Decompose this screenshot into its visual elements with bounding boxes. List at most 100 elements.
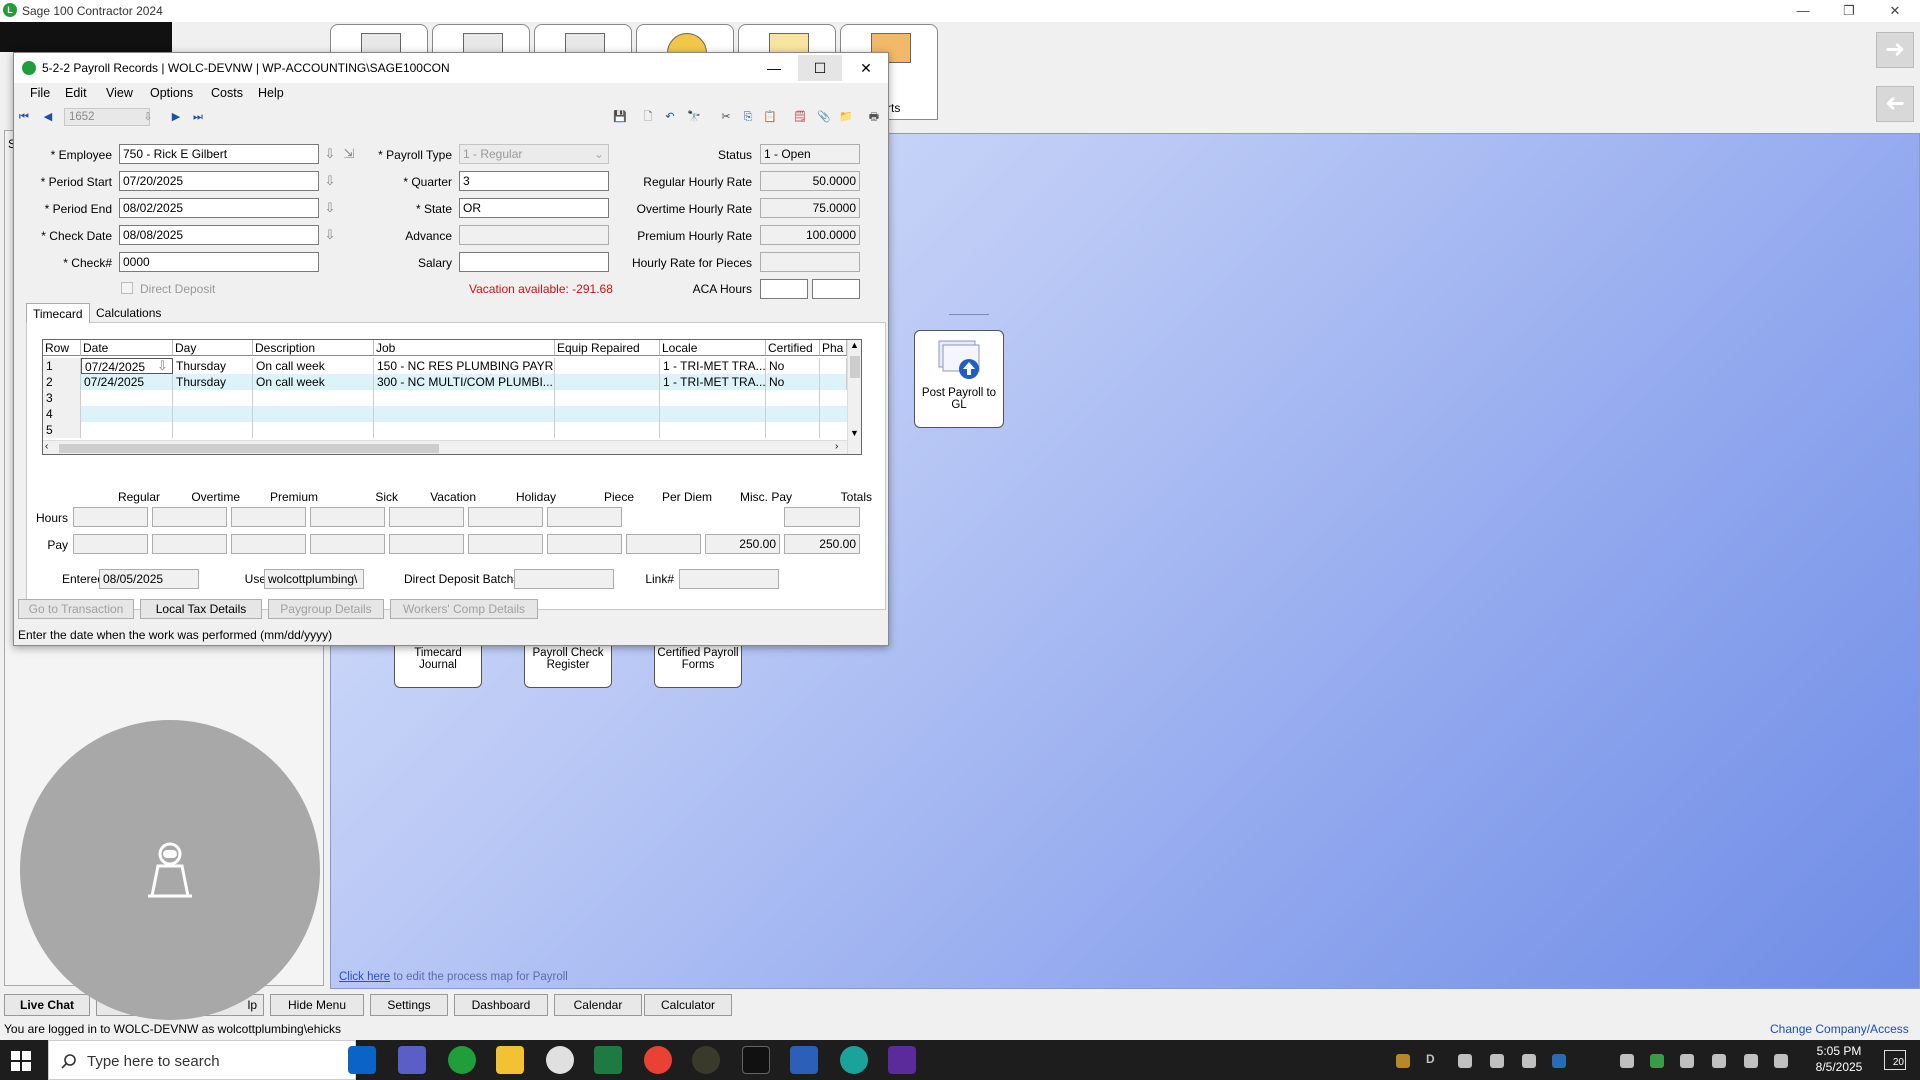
- tab-calculations[interactable]: Calculations: [90, 303, 167, 323]
- app-close-button[interactable]: ✕: [1872, 0, 1918, 22]
- undo-icon[interactable]: ↶: [662, 110, 678, 124]
- new-record-icon[interactable]: 🗋: [640, 110, 656, 124]
- locale-cell[interactable]: [660, 390, 766, 406]
- equip-cell[interactable]: [555, 358, 660, 374]
- user-field[interactable]: wolcottplumbing\: [264, 569, 364, 589]
- hours-holiday-field[interactable]: [468, 507, 543, 527]
- date-cell[interactable]: [81, 422, 173, 438]
- paygroup-details-button[interactable]: Paygroup Details: [268, 599, 384, 619]
- pay-sick-field[interactable]: [310, 534, 385, 554]
- hours-vacation-field[interactable]: [389, 507, 464, 527]
- tab-timecard[interactable]: Timecard: [26, 303, 90, 323]
- aca-hours-field-2[interactable]: [812, 279, 860, 299]
- taskbar-clock[interactable]: 5:05 PM 8/5/2025: [1796, 1043, 1882, 1075]
- tray-icon-1[interactable]: [1396, 1054, 1410, 1068]
- date-cell[interactable]: [81, 406, 173, 422]
- scroll-right-icon[interactable]: ›: [835, 441, 838, 452]
- phase-cell[interactable]: [820, 358, 847, 374]
- equip-cell[interactable]: [555, 374, 660, 390]
- volume-icon[interactable]: [1744, 1054, 1758, 1068]
- entered-field[interactable]: 08/05/2025: [99, 569, 199, 589]
- column-header-locale[interactable]: Locale: [660, 340, 766, 356]
- day-cell[interactable]: Thursday: [173, 374, 253, 390]
- grid-horizontal-scrollbar[interactable]: ‹ ›: [43, 440, 847, 454]
- grid-vertical-scrollbar[interactable]: ▲ ▼: [847, 340, 861, 454]
- file-explorer-icon[interactable]: [496, 1046, 524, 1074]
- column-header-job[interactable]: Job: [374, 340, 555, 356]
- table-row[interactable]: 4: [43, 406, 847, 422]
- attachment-icon[interactable]: 📎: [816, 110, 832, 124]
- aca-hours-field-1[interactable]: [760, 279, 808, 299]
- tray-icon-3[interactable]: [1458, 1054, 1472, 1068]
- notification-center-icon[interactable]: 20: [1884, 1050, 1906, 1070]
- click-here-link[interactable]: Click here: [339, 971, 390, 983]
- check-date-arrow-icon[interactable]: ⇩: [323, 226, 337, 244]
- hours-totals-field[interactable]: [784, 507, 860, 527]
- description-cell[interactable]: On call week: [253, 374, 374, 390]
- table-row[interactable]: 3: [43, 390, 847, 406]
- check-date-field[interactable]: 08/08/2025: [119, 225, 319, 245]
- payroll-type-select[interactable]: 1 - Regular ⌄: [459, 144, 609, 164]
- find-icon[interactable]: 🔭: [686, 110, 702, 124]
- table-row[interactable]: 2 07/24/2025 Thursday On call week 300 -…: [43, 374, 847, 390]
- pay-misc-field[interactable]: 250.00: [705, 534, 780, 554]
- dialog-close-button[interactable]: ✕: [844, 55, 888, 81]
- menu-costs[interactable]: Costs: [211, 86, 243, 100]
- table-row[interactable]: 1 07/24/2025 ⇩ Thursday On call week 150…: [43, 358, 847, 374]
- calculator-button[interactable]: Calculator: [644, 994, 732, 1016]
- menu-options[interactable]: Options: [150, 86, 193, 100]
- copy-icon[interactable]: ⎘: [740, 110, 756, 124]
- certified-cell[interactable]: [766, 390, 820, 406]
- scroll-down-icon[interactable]: ▼: [850, 428, 859, 438]
- folder-icon[interactable]: 📁: [838, 110, 854, 124]
- link-field[interactable]: [679, 569, 779, 589]
- next-record-icon[interactable]: ▶: [168, 110, 184, 124]
- last-record-icon[interactable]: ⏭: [190, 110, 206, 124]
- description-cell[interactable]: On call week: [253, 358, 374, 374]
- go-to-transaction-button[interactable]: Go to Transaction: [18, 599, 134, 619]
- excel-icon[interactable]: [594, 1046, 622, 1074]
- dialog-maximize-button[interactable]: ☐: [798, 55, 842, 81]
- battery-icon[interactable]: [1680, 1054, 1694, 1068]
- tray-icon-5[interactable]: [1522, 1054, 1536, 1068]
- locale-cell[interactable]: [660, 422, 766, 438]
- dialog-minimize-button[interactable]: —: [752, 55, 796, 81]
- locale-cell[interactable]: 1 - TRI-MET TRA...: [660, 358, 766, 374]
- dd-batch-field[interactable]: [514, 569, 614, 589]
- workers-comp-details-button[interactable]: Workers' Comp Details: [390, 599, 538, 619]
- network-icon[interactable]: [1712, 1054, 1726, 1068]
- tray-icon-7[interactable]: [1620, 1054, 1634, 1068]
- record-number-field[interactable]: 1652: [64, 108, 150, 126]
- menu-view[interactable]: View: [106, 86, 133, 100]
- app-restore-button[interactable]: ❐: [1826, 0, 1872, 22]
- day-cell[interactable]: [173, 390, 253, 406]
- back-arrow-icon[interactable]: ➜: [1876, 86, 1914, 122]
- overtime-rate-field[interactable]: 75.0000: [760, 198, 860, 218]
- column-header-description[interactable]: Description: [253, 340, 374, 356]
- first-record-icon[interactable]: ⏮: [16, 110, 32, 124]
- job-cell[interactable]: [374, 406, 555, 422]
- settings-button[interactable]: Settings: [370, 994, 448, 1016]
- taskbar-search-box[interactable]: Type here to search: [48, 1040, 356, 1080]
- locale-cell[interactable]: [660, 406, 766, 422]
- record-down-arrow-icon[interactable]: ⇩: [140, 110, 156, 124]
- tray-outlook-icon[interactable]: [1552, 1054, 1566, 1068]
- description-cell[interactable]: [253, 390, 374, 406]
- dashboard-button[interactable]: Dashboard: [454, 994, 548, 1016]
- date-cell[interactable]: 07/24/2025: [81, 374, 173, 390]
- hide-menu-button[interactable]: Hide Menu: [270, 994, 364, 1016]
- day-cell[interactable]: Thursday: [173, 358, 253, 374]
- day-cell[interactable]: [173, 406, 253, 422]
- hscroll-thumb[interactable]: [59, 444, 439, 453]
- menu-edit[interactable]: Edit: [65, 86, 87, 100]
- column-header-date[interactable]: Date: [81, 340, 173, 356]
- state-field[interactable]: OR: [459, 198, 609, 218]
- menu-file[interactable]: File: [30, 86, 50, 100]
- menu-help[interactable]: Help: [258, 86, 284, 100]
- job-cell[interactable]: 300 - NC MULTI/COM PLUMBI...: [374, 374, 555, 390]
- certified-cell[interactable]: [766, 422, 820, 438]
- direct-deposit-checkbox[interactable]: [121, 282, 133, 294]
- period-start-arrow-icon[interactable]: ⇩: [323, 172, 337, 190]
- chatgpt-icon[interactable]: [840, 1046, 868, 1074]
- day-cell[interactable]: [173, 422, 253, 438]
